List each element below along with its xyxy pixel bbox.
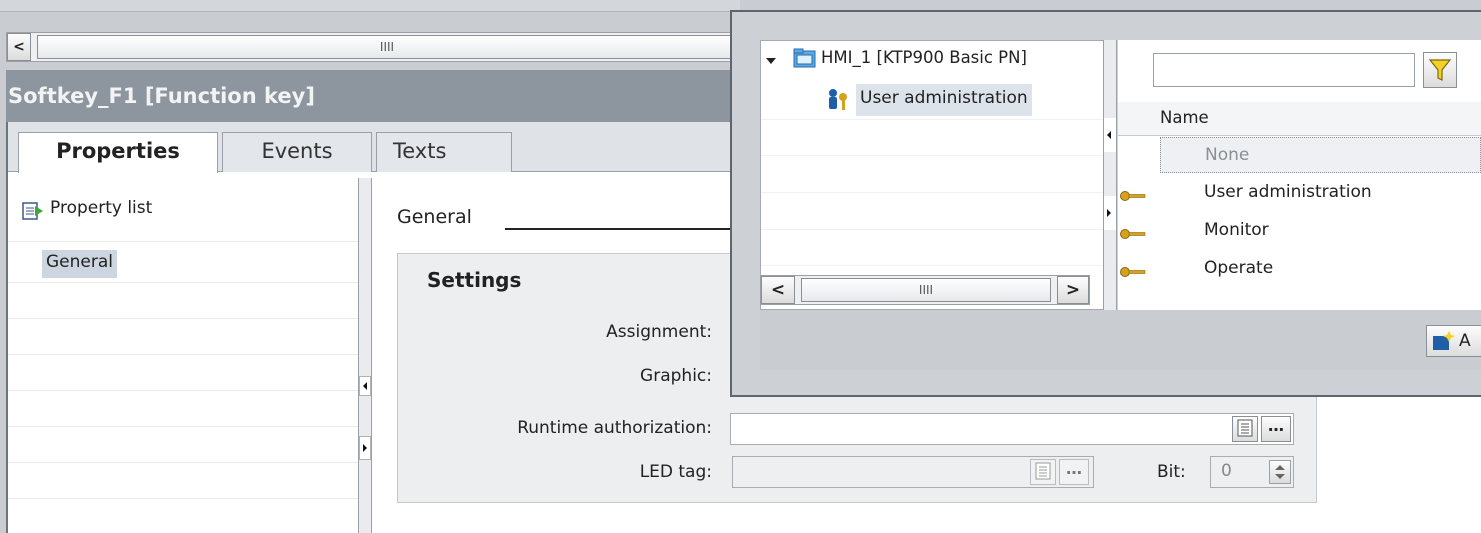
property-list-icon (22, 200, 43, 220)
tree-scroll-left-button[interactable]: < (761, 276, 795, 304)
runtime-browse-button[interactable]: … (1261, 416, 1291, 442)
name-header-label: Name (1160, 108, 1209, 127)
property-nav (8, 173, 358, 533)
assignment-label: Assignment: (606, 322, 712, 342)
runtime-authorization-field[interactable] (730, 413, 1294, 445)
bit-value: 0 (1221, 461, 1232, 481)
table-row-none[interactable]: None (1160, 137, 1481, 173)
led-tag-list-icon[interactable] (1030, 459, 1056, 485)
runtime-list-icon[interactable] (1232, 416, 1258, 442)
popup-tree-pane (760, 40, 1108, 310)
tab-events[interactable]: Events (222, 132, 372, 172)
user-admin-icon (825, 88, 851, 112)
bit-label: Bit: (1157, 462, 1186, 482)
section-heading-general: General (397, 206, 472, 228)
table-row[interactable]: Operate (1118, 251, 1481, 287)
tab-texts[interactable]: Texts (376, 132, 512, 172)
top-panel-edge (0, 0, 740, 12)
device-folder-icon (793, 47, 817, 69)
scroll-left-button[interactable]: < (7, 33, 31, 61)
section-heading-rule (505, 228, 735, 230)
graphic-label: Graphic: (640, 366, 712, 386)
filter-funnel-icon (1428, 57, 1452, 88)
popup-collapse-left-icon[interactable] (1104, 118, 1116, 152)
runtime-authorization-label: Runtime authorization: (517, 418, 712, 438)
tree-scroll-thumb[interactable]: IIII (801, 278, 1051, 302)
bit-spinner[interactable]: 0 (1210, 456, 1294, 488)
settings-heading: Settings (427, 268, 522, 292)
scroll-thumb[interactable]: IIII (37, 35, 737, 59)
row-label: Operate (1204, 258, 1274, 278)
popup-splitter[interactable] (1103, 40, 1117, 310)
led-tag-label: LED tag: (639, 462, 712, 482)
property-list-label: Property list (50, 198, 153, 218)
filter-button[interactable] (1423, 52, 1457, 88)
key-icon (1120, 263, 1146, 277)
key-icon (1120, 225, 1146, 239)
tree-root-item[interactable]: HMI_1 [KTP900 Basic PN] (821, 48, 1027, 67)
tab-properties[interactable]: Properties (18, 132, 218, 173)
add-button[interactable]: A (1426, 325, 1481, 357)
row-label: Monitor (1204, 220, 1269, 240)
collapse-left-icon[interactable] (359, 376, 371, 396)
row-label: User administration (1204, 182, 1372, 202)
add-new-icon (1431, 330, 1455, 357)
key-icon (1120, 187, 1146, 201)
expand-right-icon[interactable] (359, 436, 371, 460)
tree-scroll-right-button[interactable]: > (1057, 276, 1089, 304)
panel-splitter[interactable] (358, 178, 372, 533)
inspector-title: Softkey_F1 [Function key] (8, 84, 315, 108)
add-button-label: A (1459, 331, 1471, 351)
nav-item-general[interactable]: General (42, 250, 117, 278)
tree-horizontal-scrollbar[interactable]: < IIII > (760, 275, 1090, 305)
popup-footer (760, 310, 1481, 370)
row-label: None (1205, 145, 1250, 165)
popup-expand-right-icon[interactable] (1104, 196, 1116, 230)
spinner-arrows-icon[interactable] (1269, 460, 1291, 484)
tree-item-user-administration[interactable]: User administration (856, 84, 1032, 116)
name-column-header[interactable]: Name (1118, 102, 1481, 136)
table-row[interactable]: Monitor (1118, 213, 1481, 249)
horizontal-scrollbar[interactable]: < IIII (6, 32, 740, 62)
led-tag-browse-button[interactable]: … (1059, 459, 1089, 485)
table-row[interactable]: User administration (1118, 175, 1481, 211)
filter-input[interactable] (1153, 53, 1415, 87)
tree-expand-icon[interactable] (764, 53, 778, 67)
